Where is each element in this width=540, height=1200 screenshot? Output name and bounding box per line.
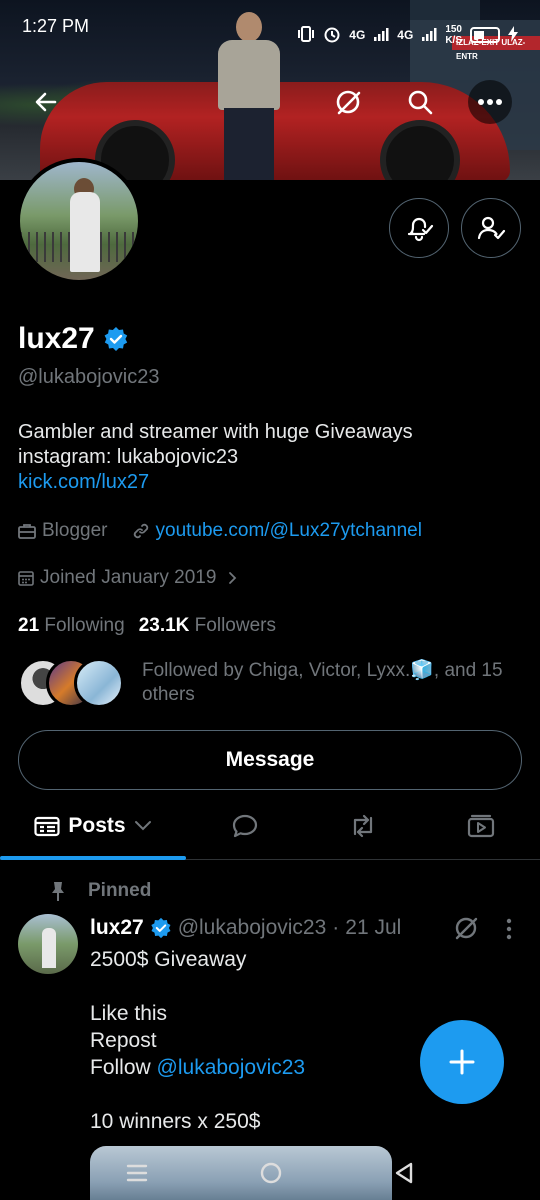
more-icon — [478, 99, 502, 105]
post-author-name[interactable]: lux27 — [90, 916, 144, 940]
status-time: 1:27 PM — [22, 16, 90, 36]
alarm-icon — [323, 25, 341, 46]
status-bar: 1:27 PM 4G 4G 150 K/S — [0, 0, 540, 54]
post-separator: · — [332, 916, 340, 939]
search-button[interactable] — [398, 80, 442, 124]
back-arrow-icon — [35, 92, 57, 112]
category-label: Blogger — [42, 520, 108, 541]
bio-line: Gambler and streamer with huge Giveaways — [18, 421, 413, 443]
charging-icon — [508, 25, 518, 45]
grok-icon — [455, 917, 478, 940]
followed-by-row[interactable]: Followed by Chiga, Victor, Lyxx.🧊, and 1… — [18, 658, 512, 708]
notifications-button[interactable] — [389, 198, 449, 258]
briefcase-icon — [18, 524, 36, 539]
joined-label: Joined January 2019 — [40, 567, 217, 588]
follower-avatar — [74, 658, 124, 708]
display-name: lux27 — [18, 322, 95, 355]
home-circle-icon[interactable] — [259, 1161, 283, 1185]
post-line: 10 winners x 250$ — [90, 1110, 261, 1133]
pinned-indicator: Pinned — [48, 880, 151, 902]
joined-row[interactable]: Joined January 2019 — [18, 567, 240, 589]
category-item: Blogger — [18, 520, 108, 542]
pin-icon — [52, 882, 64, 901]
post-line: Like this — [90, 1002, 168, 1025]
profile-tabs: Posts — [0, 796, 540, 860]
battery-icon — [470, 27, 500, 43]
reply-bubble-icon — [232, 814, 258, 838]
chevron-right-icon — [229, 572, 237, 584]
active-tab-indicator — [0, 856, 186, 860]
compose-post-button[interactable] — [420, 1020, 504, 1104]
calendar-icon — [18, 571, 34, 586]
back-button[interactable] — [24, 80, 68, 124]
post-header: lux27 @lukabojovic23 · 21 Jul — [90, 916, 401, 940]
bell-check-icon — [407, 217, 434, 242]
followers-count: 23.1K — [138, 615, 190, 636]
more-vertical-icon — [506, 918, 512, 940]
posts-feed-icon — [34, 816, 61, 837]
profile-meta: Blogger youtube.com/@Lux27ytchannel — [18, 520, 422, 542]
post-body: 2500$ Giveaway Like this Repost Follow @… — [90, 946, 305, 1135]
post-line-follow: Follow @lukabojovic23 — [90, 1054, 305, 1081]
follow-counts: 21 Following 23.1K Followers — [18, 615, 276, 637]
signal-icon — [421, 26, 437, 45]
grok-button[interactable] — [326, 80, 370, 124]
speed-unit: K/S — [445, 35, 462, 46]
pinned-label: Pinned — [88, 880, 152, 901]
profile-bio: Gambler and streamer with huge Giveaways… — [18, 420, 518, 495]
bio-link[interactable]: kick.com/lux27 — [18, 470, 518, 495]
user-check-icon — [477, 216, 506, 240]
tab-media[interactable] — [452, 796, 510, 856]
network-label-1: 4G — [349, 28, 366, 42]
post-grok-button[interactable] — [452, 914, 480, 947]
post-line: Repost — [90, 1029, 157, 1052]
link-icon — [133, 523, 148, 539]
speed-value: 150 — [445, 24, 462, 35]
display-name-row: lux27 — [18, 322, 129, 356]
following-link[interactable]: 21 Following — [18, 615, 125, 637]
repost-icon — [353, 814, 373, 838]
signal-icon — [373, 26, 389, 45]
website-link[interactable]: youtube.com/@Lux27ytchannel — [156, 520, 422, 542]
post-author-handle: @lukabojovic23 — [177, 916, 327, 939]
tab-reposts[interactable] — [334, 796, 392, 856]
followed-by-text: Followed by Chiga, Victor, Lyxx.🧊, and 1… — [142, 660, 503, 705]
following-count: 21 — [18, 615, 40, 636]
post-line: 2500$ Giveaway — [90, 948, 247, 971]
tab-posts[interactable]: Posts — [0, 796, 186, 856]
vibrate-icon — [297, 25, 315, 45]
grok-icon — [336, 90, 361, 115]
search-icon — [408, 90, 433, 115]
network-label-2: 4G — [397, 28, 414, 42]
profile-avatar[interactable] — [16, 158, 142, 284]
followers-link[interactable]: 23.1K Followers — [139, 615, 276, 637]
tab-replies[interactable] — [216, 796, 274, 856]
status-icons: 4G 4G 150 K/S — [297, 16, 518, 54]
more-options-button[interactable] — [468, 80, 512, 124]
post-follow-text: Follow — [90, 1056, 151, 1079]
data-speed: 150 K/S — [445, 24, 462, 46]
verified-badge-icon[interactable] — [103, 326, 129, 352]
following-label: Following — [44, 615, 125, 636]
video-icon — [467, 814, 495, 838]
message-button[interactable]: Message — [18, 730, 522, 790]
back-triangle-icon[interactable] — [393, 1161, 415, 1185]
system-nav-bar — [0, 1146, 540, 1200]
followers-label: Followers — [194, 615, 276, 636]
tab-posts-label: Posts — [68, 814, 126, 837]
post-date: 21 Jul — [345, 916, 402, 939]
following-button[interactable] — [461, 198, 521, 258]
chevron-down-icon — [134, 821, 151, 831]
user-handle: @lukabojovic23 — [18, 366, 160, 388]
verified-badge-icon — [151, 917, 171, 939]
post-author-avatar[interactable] — [18, 914, 78, 974]
recent-apps-icon[interactable] — [125, 1162, 149, 1184]
post-mention-link[interactable]: @lukabojovic23 — [157, 1056, 306, 1079]
plus-icon — [449, 1049, 475, 1075]
bio-line: instagram: lukabojovic23 — [18, 446, 239, 468]
website-item[interactable]: youtube.com/@Lux27ytchannel — [132, 520, 422, 542]
post-more-button[interactable] — [504, 918, 514, 945]
